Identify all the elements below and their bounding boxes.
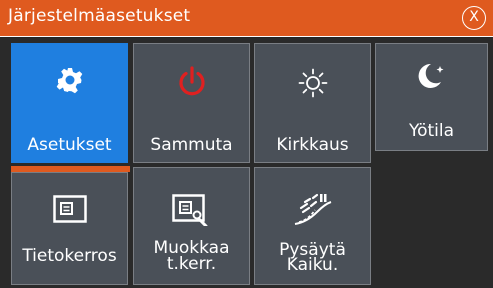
system-settings-window: Järjestelmäasetukset X Asetukset Sammuta… — [0, 0, 493, 288]
tile-label: Kirkkaus — [276, 135, 349, 155]
tile-pysayta[interactable]: Pysäytä Kaiku. — [254, 167, 371, 285]
title-bar: Järjestelmäasetukset X — [0, 0, 493, 37]
tile-label: Tietokerros — [22, 246, 117, 266]
tile-label: Asetukset — [27, 135, 112, 155]
close-button[interactable]: X — [462, 6, 486, 30]
sun-icon — [255, 68, 370, 98]
window-title: Järjestelmäasetukset — [8, 6, 191, 26]
tile-tietokerros[interactable]: Tietokerros — [11, 172, 128, 285]
edit-overlay-icon — [134, 194, 249, 226]
gear-icon — [12, 66, 127, 94]
data-overlay-icon — [12, 195, 127, 223]
moon-icon — [376, 60, 487, 92]
tile-asetukset[interactable]: Asetukset — [11, 43, 128, 163]
settings-grid: Asetukset Sammuta Kirkkaus Yötila Tietok… — [0, 38, 493, 288]
tile-label-line2: Kaiku. — [286, 255, 339, 275]
tile-yotila[interactable]: Yötila — [375, 43, 488, 151]
power-icon — [134, 66, 249, 98]
tile-sammuta[interactable]: Sammuta — [133, 43, 250, 163]
tile-kirkkaus[interactable]: Kirkkaus — [254, 43, 371, 163]
pause-echo-icon — [255, 192, 370, 226]
tile-muokkaa[interactable]: Muokkaa t.kerr. — [133, 167, 250, 285]
tile-label: Yötila — [408, 121, 455, 141]
tile-label: Sammuta — [150, 135, 233, 155]
tile-label-line2: t.kerr. — [166, 254, 217, 274]
